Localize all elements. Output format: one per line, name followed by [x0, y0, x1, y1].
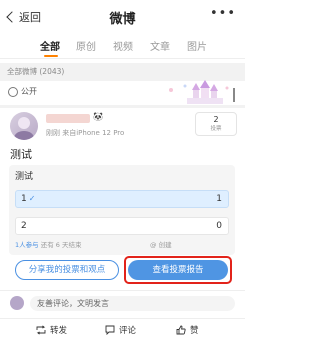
section-divider — [0, 105, 245, 108]
comment-button[interactable]: 评论 — [105, 324, 136, 336]
avatar[interactable] — [10, 112, 38, 140]
comment-icon — [105, 325, 115, 335]
poll-creator: @ 创建 — [150, 241, 172, 249]
poll-option-2[interactable]: 2 0 — [15, 217, 229, 235]
view-report-button[interactable]: 查看投票报告 — [128, 260, 228, 280]
tab-all[interactable]: 全部 — [40, 38, 60, 53]
tab-original[interactable]: 原创 — [76, 38, 96, 53]
post-text: 测试 — [10, 148, 32, 161]
castle-decoration-icon — [169, 80, 235, 104]
panda-icon: 🐼 — [93, 112, 103, 121]
username-redacted[interactable] — [46, 114, 90, 123]
repost-icon — [36, 325, 46, 335]
poll-title: 测试 — [15, 172, 34, 182]
poll-option-label: 2 — [21, 221, 27, 231]
poll-option-label: 1 — [21, 194, 27, 204]
divider — [0, 318, 245, 319]
vote-badge-count: 2 — [213, 115, 219, 124]
thumbs-up-icon — [176, 325, 186, 335]
user-avatar — [10, 296, 24, 310]
like-label: 赞 — [190, 326, 199, 336]
post-meta: 刚刚 来自iPhone 12 Pro — [46, 129, 125, 137]
tab-image[interactable]: 图片 — [187, 38, 207, 53]
weibo-count-bar: 全部微博 (2043) — [0, 63, 245, 81]
page-title: 微博 — [109, 12, 136, 27]
weibo-count: 全部微博 (2043) — [7, 67, 65, 76]
tab-video[interactable]: 视频 — [113, 38, 133, 53]
poll-participants[interactable]: 1人参与 — [15, 241, 39, 249]
vote-badge-label: 投票 — [210, 126, 222, 132]
comment-input[interactable]: 友善评论，文明发言 — [30, 296, 235, 311]
poll-option-count: 1 — [216, 194, 222, 204]
share-vote-button[interactable]: 分享我的投票和观点 — [15, 260, 119, 280]
poll-option-1[interactable]: 1 ✓ 1 — [15, 190, 229, 208]
divider — [0, 290, 245, 291]
visibility-label: 公开 — [21, 87, 37, 96]
divider — [0, 58, 245, 59]
more-icon[interactable]: ••• — [210, 6, 236, 21]
poll-deadline: 还有 6 天结束 — [40, 241, 82, 249]
vote-badge[interactable]: 2 投票 — [195, 112, 237, 136]
tab-bar: 全部 原创 视频 文章 图片 — [0, 34, 245, 58]
active-tab-indicator — [44, 55, 58, 57]
navigation-bar: 返回 微博 ••• — [0, 0, 245, 34]
repost-label: 转发 — [50, 326, 68, 336]
globe-icon — [8, 86, 18, 97]
check-icon: ✓ — [28, 194, 36, 203]
comment-label: 评论 — [119, 326, 137, 336]
visibility-row: 公开 — [8, 86, 37, 97]
avatar-image — [14, 117, 34, 140]
tab-article[interactable]: 文章 — [150, 38, 170, 53]
repost-button[interactable]: 转发 — [36, 324, 67, 336]
poll-info: 1人参与 还有 6 天结束 — [15, 239, 82, 249]
poll-option-count: 0 — [216, 221, 222, 231]
like-button[interactable]: 赞 — [176, 324, 199, 336]
